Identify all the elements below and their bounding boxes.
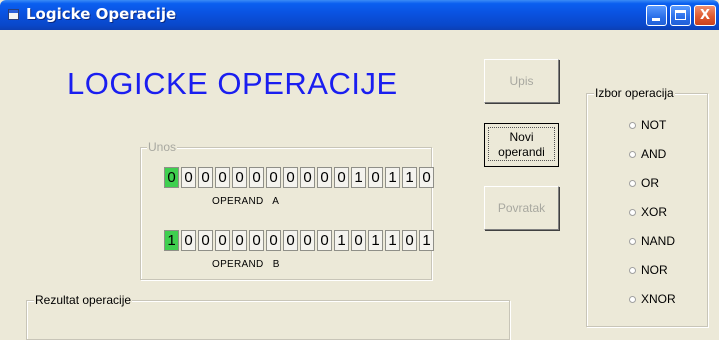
- operand-b-bit[interactable]: 1: [334, 230, 349, 251]
- rezultat-legend: Rezultat operacije: [34, 293, 133, 307]
- operand-b-bit[interactable]: 1: [385, 230, 400, 251]
- radio-label: NOR: [641, 263, 668, 277]
- operand-b-bit[interactable]: 0: [402, 230, 417, 251]
- operand-b-bit[interactable]: 0: [198, 230, 213, 251]
- operand-b-bit[interactable]: 0: [317, 230, 332, 251]
- radio-circle-icon[interactable]: [629, 179, 636, 187]
- window-title: Logicke Operacije: [26, 5, 177, 23]
- operand-a-bit[interactable]: 0: [283, 167, 298, 188]
- radio-not[interactable]: NOT: [629, 118, 666, 132]
- operand-b-bit[interactable]: 1: [368, 230, 383, 251]
- radio-label: OR: [641, 176, 659, 190]
- minimize-button[interactable]: [646, 5, 667, 26]
- operand-a-bit[interactable]: 0: [419, 167, 434, 188]
- maximize-icon: [675, 10, 686, 20]
- operand-b-bit[interactable]: 0: [215, 230, 230, 251]
- app-window: Logicke Operacije X LOGICKE OPERACIJE Up…: [0, 0, 719, 340]
- operand-a-bit[interactable]: 0: [334, 167, 349, 188]
- radio-label: NOT: [641, 118, 667, 132]
- close-button[interactable]: X: [694, 5, 716, 26]
- maximize-button[interactable]: [670, 5, 691, 26]
- operand-a-bit[interactable]: 0: [232, 167, 247, 188]
- operand-b-bits: 1000000000101101: [164, 230, 436, 251]
- minimize-icon: [652, 18, 660, 21]
- radio-label: NAND: [641, 234, 676, 248]
- operand-a-bit[interactable]: 0: [198, 167, 213, 188]
- operand-b-bit[interactable]: 0: [181, 230, 196, 251]
- radio-circle-icon[interactable]: [629, 150, 636, 158]
- radio-label: AND: [641, 147, 667, 161]
- novi-line-1: Novi: [509, 130, 534, 144]
- operand-a-bit[interactable]: 1: [351, 167, 366, 188]
- operand-a-bit[interactable]: 1: [385, 167, 400, 188]
- title-bar[interactable]: Logicke Operacije X: [0, 0, 719, 30]
- radio-or[interactable]: OR: [629, 176, 659, 190]
- app-icon[interactable]: [8, 9, 19, 20]
- radio-label: XOR: [641, 205, 668, 219]
- radio-label: XNOR: [641, 292, 676, 306]
- radio-circle-icon[interactable]: [629, 121, 636, 129]
- novi-line-2: operandi: [498, 145, 545, 159]
- radio-circle-icon[interactable]: [629, 295, 636, 303]
- radio-nand[interactable]: NAND: [629, 234, 675, 248]
- operand-a-bit[interactable]: 0: [368, 167, 383, 188]
- operand-a-bit[interactable]: 0: [300, 167, 315, 188]
- operand-b-label: OPERAND B: [212, 259, 280, 270]
- operand-b-bit[interactable]: 1: [419, 230, 434, 251]
- radio-xnor[interactable]: XNOR: [629, 292, 676, 306]
- operand-b-bit[interactable]: 1: [164, 230, 179, 251]
- operand-b-bit[interactable]: 0: [249, 230, 264, 251]
- rezultat-frame: Rezultat operacije: [26, 293, 510, 340]
- operand-a-bit[interactable]: 0: [181, 167, 196, 188]
- operand-b-bit[interactable]: 0: [266, 230, 281, 251]
- operand-a-bit[interactable]: 1: [402, 167, 417, 188]
- operand-a-bit[interactable]: 0: [317, 167, 332, 188]
- radio-circle-icon[interactable]: [629, 208, 636, 216]
- unos-legend: Unos: [147, 140, 178, 154]
- radio-xor[interactable]: XOR: [629, 205, 667, 219]
- operand-a-bit[interactable]: 0: [215, 167, 230, 188]
- operand-b-bit[interactable]: 0: [232, 230, 247, 251]
- radio-nor[interactable]: NOR: [629, 263, 668, 277]
- operand-a-bits: 0000000000010110: [164, 167, 436, 188]
- operand-a-bit[interactable]: 0: [164, 167, 179, 188]
- operand-b-bit[interactable]: 0: [351, 230, 366, 251]
- novi-operandi-button[interactable]: Novi operandi: [484, 123, 559, 167]
- radio-circle-icon[interactable]: [629, 237, 636, 245]
- povratak-button[interactable]: Povratak: [484, 186, 559, 230]
- radio-circle-icon[interactable]: [629, 266, 636, 274]
- operand-a-label: OPERAND A: [212, 196, 280, 207]
- operand-b-bit[interactable]: 0: [283, 230, 298, 251]
- close-icon: X: [699, 8, 711, 23]
- operand-a-bit[interactable]: 0: [266, 167, 281, 188]
- operand-a-bit[interactable]: 0: [249, 167, 264, 188]
- izbor-legend: Izbor operacija: [594, 86, 675, 100]
- upis-button[interactable]: Upis: [484, 59, 559, 103]
- radio-and[interactable]: AND: [629, 147, 666, 161]
- page-title: LOGICKE OPERACIJE: [67, 66, 398, 101]
- operand-b-bit[interactable]: 0: [300, 230, 315, 251]
- novi-operandi-focus: Novi operandi: [488, 127, 555, 161]
